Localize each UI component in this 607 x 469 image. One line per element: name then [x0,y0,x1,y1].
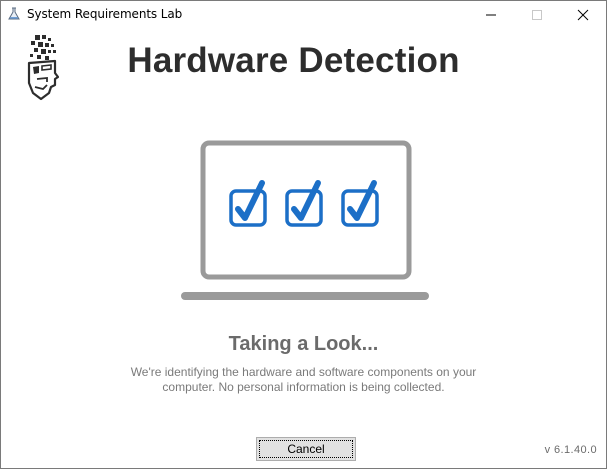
close-button[interactable] [560,1,606,29]
close-icon [577,9,589,21]
status-description: We're identifying the hardware and softw… [101,365,506,395]
title-bar[interactable]: System Requirements Lab [1,1,606,29]
maximize-button[interactable] [514,1,560,29]
status-description-line: computer. No personal information is bei… [162,380,445,394]
minimize-button[interactable] [468,1,514,29]
app-window: System Requirements Lab Hardware Detecti… [0,0,607,469]
flask-app-icon [7,7,21,21]
page-title: Hardware Detection [127,41,460,80]
version-label: v 6.1.40.0 [544,444,597,456]
status-heading: Taking a Look... [228,333,379,355]
cancel-button[interactable]: Cancel [256,437,356,461]
robot-head-logo-icon [25,33,60,101]
maximize-icon [532,10,542,20]
minimize-icon [486,14,496,16]
laptop-icon [179,139,431,303]
status-description-line: We're identifying the hardware and softw… [130,365,477,379]
window-title: System Requirements Lab [27,7,183,21]
